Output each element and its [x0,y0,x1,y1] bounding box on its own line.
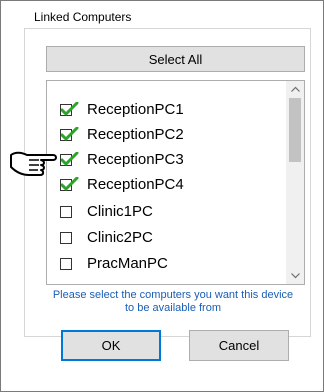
item-checkbox[interactable] [60,102,79,116]
title-bar: Linked Computers [1,1,323,31]
scroll-thumb[interactable] [289,98,301,162]
cancel-button[interactable]: Cancel [189,330,289,361]
check-mark-icon [61,177,79,191]
list-item[interactable]: PracManPC [47,253,283,275]
scroll-up-arrow-icon[interactable] [286,81,304,97]
item-checkbox[interactable] [60,206,72,218]
ok-button[interactable]: OK [61,330,161,361]
computers-list[interactable]: ReceptionPC1 ReceptionPC2 ReceptionPC3 Rece… [46,80,305,285]
scroll-down-arrow-icon[interactable] [286,268,304,284]
check-mark-icon [61,152,79,166]
list-item[interactable]: ReceptionPC4 [47,174,283,196]
item-checkbox[interactable] [60,232,72,244]
check-mark-icon [61,102,79,116]
selection-hint: Please select the computers you want thi… [52,289,294,314]
item-label: Clinic2PC [87,229,153,246]
list-item[interactable]: ReceptionPC3 [47,149,283,171]
item-label: ReceptionPC3 [87,151,184,168]
item-label: ReceptionPC1 [87,101,184,118]
list-item[interactable]: ReceptionPC1 [47,99,283,121]
dialog-title: Linked Computers [34,10,132,24]
item-checkbox[interactable] [60,258,72,270]
item-label: ReceptionPC2 [87,126,184,143]
list-scrollbar[interactable] [286,81,304,284]
list-item[interactable]: ReceptionPC2 [47,124,283,146]
list-item[interactable]: Clinic2PC [47,227,283,249]
linked-computers-dialog: Linked Computers Select All ReceptionPC1… [0,0,324,392]
item-label: PracManPC [87,255,168,272]
list-item[interactable]: Clinic1PC [47,201,283,223]
hand-pointer-icon [9,135,63,183]
item-label: Clinic1PC [87,203,153,220]
item-label: ReceptionPC4 [87,176,184,193]
select-all-button[interactable]: Select All [46,46,305,72]
check-mark-icon [61,127,79,141]
